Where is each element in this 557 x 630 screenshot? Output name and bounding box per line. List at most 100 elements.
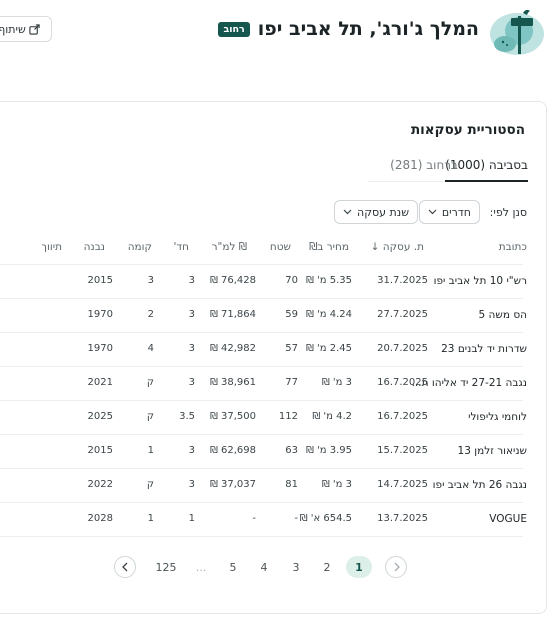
- next-page-button[interactable]: [114, 556, 136, 578]
- filter-label: סנן לפי:: [489, 206, 527, 219]
- row-divider: [0, 400, 523, 401]
- cell-address: נגבה 27-21 יד אליהו ת...: [411, 377, 527, 389]
- chevron-left-icon: [121, 562, 127, 572]
- cell-date: 27.7.2025: [377, 309, 428, 320]
- cell-per-sqm: 37,037 ₪: [209, 479, 256, 490]
- cell-rooms: 3: [188, 445, 195, 456]
- cell-address: רש"י 10 תל אביב יפו: [433, 275, 527, 287]
- cell-price: 3 מ' ₪: [321, 377, 352, 388]
- cell-rooms: 3: [188, 309, 195, 320]
- rooms-filter[interactable]: חדרים: [418, 200, 480, 224]
- page-2[interactable]: 2: [316, 556, 338, 578]
- cell-per-sqm: 71,864 ₪: [209, 309, 256, 320]
- cell-per-sqm: 38,961 ₪: [209, 377, 256, 388]
- cell-per-sqm: 62,698 ₪: [209, 445, 256, 456]
- row-divider: [0, 468, 523, 469]
- cell-rooms: 3: [188, 275, 195, 286]
- row-divider: [0, 536, 523, 537]
- header-price[interactable]: מחיר ב₪: [309, 241, 349, 253]
- cell-rooms: 3: [188, 377, 195, 388]
- cell-area: 63: [285, 445, 298, 456]
- cell-address: לוחמי גליפולי: [468, 411, 527, 423]
- tab-street[interactable]: ברחוב (281): [390, 158, 458, 180]
- cell-area: 112: [278, 411, 298, 422]
- header-floor[interactable]: קומה: [128, 241, 152, 253]
- cell-built: 2015: [87, 445, 113, 456]
- cell-area: 57: [285, 343, 298, 354]
- header-rooms[interactable]: חד': [174, 241, 189, 253]
- cell-price: 4.2 מ' ₪: [312, 411, 352, 422]
- page-3[interactable]: 3: [285, 556, 307, 578]
- chevron-down-icon: [343, 209, 352, 215]
- cell-built: 2015: [87, 275, 113, 286]
- cell-address: VOGUE: [489, 513, 527, 525]
- transactions-card: הסטוריית עסקאות בסביבה (1000) ברחוב (281…: [0, 101, 547, 614]
- cell-rooms: 1: [188, 513, 195, 524]
- cell-address: שדרות יד לבנים 23: [441, 343, 527, 355]
- cell-per-sqm: 42,982 ₪: [209, 343, 256, 354]
- cell-floor: 3: [147, 275, 154, 286]
- share-label: שיתוף: [0, 22, 26, 36]
- cell-floor: ק: [146, 377, 154, 388]
- cell-floor: 4: [147, 343, 154, 354]
- cell-area: 59: [285, 309, 298, 320]
- cell-built: 1970: [87, 343, 113, 354]
- cell-rooms: 3: [188, 479, 195, 490]
- cell-floor: 1: [147, 513, 154, 524]
- cell-date: 14.7.2025: [377, 479, 428, 490]
- header-built[interactable]: נבנה: [84, 241, 105, 253]
- page-125[interactable]: 125: [152, 556, 180, 578]
- header-per-sqm[interactable]: ₪ למ"ר: [212, 241, 247, 253]
- cell-floor: ק: [146, 479, 154, 490]
- prev-page-button[interactable]: [385, 556, 407, 578]
- cell-area: -: [294, 513, 298, 524]
- pagination-ellipsis: ...: [195, 560, 207, 574]
- cell-area: 70: [285, 275, 298, 286]
- cell-price: 654.5 א' ₪: [299, 513, 352, 524]
- year-filter-label: שנת עסקה: [357, 205, 409, 219]
- cell-per-sqm: 37,500 ₪: [209, 411, 256, 422]
- cell-built: 2025: [87, 411, 113, 422]
- cell-address: שניאור זלמן 13: [457, 445, 527, 457]
- cell-price: 3.95 מ' ₪: [305, 445, 352, 456]
- cell-price: 4.24 מ' ₪: [305, 309, 352, 320]
- cell-price: 2.45 מ' ₪: [305, 343, 352, 354]
- row-divider: [0, 434, 523, 435]
- cell-built: 2021: [87, 377, 113, 388]
- cell-price: 3 מ' ₪: [321, 479, 352, 490]
- title-row: המלך ג'ורג', תל אביב יפו רחוב: [218, 18, 479, 40]
- cell-date: 15.7.2025: [377, 445, 428, 456]
- cell-date: 16.7.2025: [377, 411, 428, 422]
- cell-per-sqm: 76,428 ₪: [209, 275, 256, 286]
- cell-built: 2022: [87, 479, 113, 490]
- share-button[interactable]: שיתוף: [0, 16, 52, 42]
- cell-floor: 1: [147, 445, 154, 456]
- chevron-right-icon: [394, 562, 400, 572]
- street-badge: רחוב: [218, 21, 250, 37]
- street-sign-logo: [490, 9, 544, 55]
- cell-per-sqm: -: [252, 513, 256, 524]
- chevron-down-icon: [428, 209, 437, 215]
- header-area[interactable]: שטח: [270, 241, 291, 253]
- row-divider: [0, 332, 523, 333]
- cell-floor: ק: [146, 411, 154, 422]
- cell-built: 2028: [87, 513, 113, 524]
- page-5[interactable]: 5: [222, 556, 244, 578]
- page-1[interactable]: 1: [346, 556, 372, 578]
- cell-rooms: 3: [188, 343, 195, 354]
- header-address[interactable]: כתובת: [499, 241, 527, 253]
- cell-date: 20.7.2025: [377, 343, 428, 354]
- header-date[interactable]: ת. עסקה ↓: [371, 241, 424, 253]
- cell-rooms: 3.5: [179, 411, 195, 422]
- cell-date: 31.7.2025: [377, 275, 428, 286]
- cell-area: 81: [285, 479, 298, 490]
- row-divider: [0, 298, 523, 299]
- header-brokerage[interactable]: תיווך: [41, 241, 62, 253]
- year-filter[interactable]: שנת עסקה: [334, 200, 418, 224]
- share-icon: [29, 23, 40, 35]
- page-title: המלך ג'ורג', תל אביב יפו: [257, 18, 479, 40]
- card-title: הסטוריית עסקאות: [410, 122, 525, 138]
- page-4[interactable]: 4: [253, 556, 275, 578]
- cell-address: הס משה 5: [478, 309, 527, 321]
- cell-date: 16.7.2025: [377, 377, 428, 388]
